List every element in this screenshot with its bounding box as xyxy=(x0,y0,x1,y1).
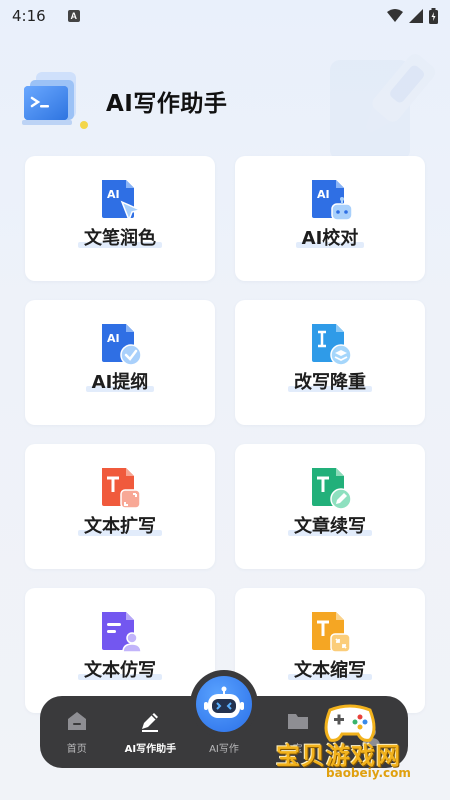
tool-label: AI提纲 xyxy=(91,372,149,393)
tool-label: 改写降重 xyxy=(294,372,366,393)
status-bar: 4:16 A xyxy=(0,0,450,32)
tool-grid: AI 文笔润色 AI AI校对 AI AI提纲 改写降重 文本扩写 文章续写 文… xyxy=(25,156,425,713)
text-doc-person-icon xyxy=(102,612,142,653)
tool-card-polish[interactable]: AI 文笔润色 xyxy=(25,156,215,281)
svg-text:AI: AI xyxy=(107,332,120,345)
text-doc-layers-icon xyxy=(312,324,352,366)
pen-icon xyxy=(142,713,159,732)
ai-doc-robot-icon: AI xyxy=(312,180,353,221)
tool-card-imitate[interactable]: 文本仿写 xyxy=(25,588,215,713)
tool-label: 文章续写 xyxy=(294,516,366,537)
svg-text:AI: AI xyxy=(317,188,330,201)
robot-icon xyxy=(204,686,244,718)
app-title: AI写作助手 xyxy=(106,91,228,117)
tool-label: 文本仿写 xyxy=(84,660,156,681)
nav-item-ai-assistant[interactable]: AI写作助手 xyxy=(114,708,188,755)
tool-label: 文笔润色 xyxy=(84,228,156,249)
status-icons xyxy=(387,8,438,24)
nav-label: AI写作 xyxy=(209,744,239,755)
tool-label: AI校对 xyxy=(301,228,359,249)
nav-item-home[interactable]: 首页 xyxy=(40,708,114,755)
notification-a-icon: A xyxy=(67,10,80,22)
text-doc-edit-icon xyxy=(312,468,352,510)
tool-label: 文本缩写 xyxy=(294,660,366,681)
tool-card-proofread[interactable]: AI AI校对 xyxy=(235,156,425,281)
tool-card-continue[interactable]: 文章续写 xyxy=(235,444,425,569)
nav-label: AI写作助手 xyxy=(124,744,177,755)
tool-card-expand[interactable]: 文本扩写 xyxy=(25,444,215,569)
signal-icon xyxy=(409,9,423,23)
text-doc-shrink-icon xyxy=(312,612,351,653)
battery-icon xyxy=(429,8,438,24)
home-icon xyxy=(67,712,86,730)
watermark-url: baobeiy.com xyxy=(326,766,411,780)
site-watermark: 宝贝游戏网 baobeiy.com xyxy=(270,700,445,782)
status-time: 4:16 xyxy=(12,7,46,25)
app-header: AI写作助手 xyxy=(22,70,227,132)
wifi-icon xyxy=(387,9,403,22)
background-pen-illustration xyxy=(330,54,436,160)
text-doc-expand-icon xyxy=(102,468,141,509)
nav-label: 首页 xyxy=(66,744,87,755)
ai-doc-cursor-icon: AI xyxy=(102,180,143,223)
tool-label: 文本扩写 xyxy=(84,516,156,537)
ai-doc-check-icon: AI xyxy=(102,324,142,366)
ai-write-center-button[interactable] xyxy=(196,676,252,732)
tool-card-abbreviate[interactable]: 文本缩写 xyxy=(235,588,425,713)
app-logo-icon xyxy=(22,72,88,129)
tool-card-outline[interactable]: AI AI提纲 xyxy=(25,300,215,425)
svg-text:AI: AI xyxy=(107,188,120,201)
tool-card-rewrite[interactable]: 改写降重 xyxy=(235,300,425,425)
